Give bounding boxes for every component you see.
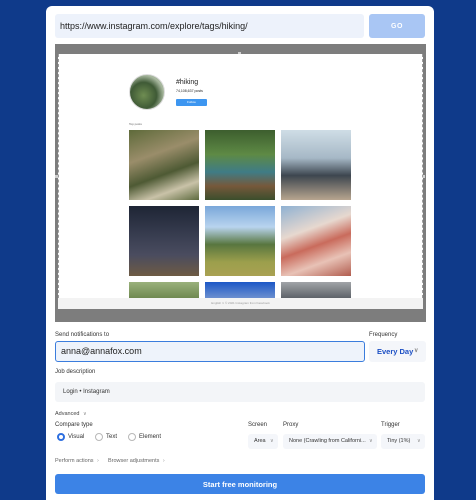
screen-select[interactable]: Area ∨ [248,434,278,449]
post-image [129,130,199,200]
trigger-select[interactable]: Tiny (1%) ∨ [381,434,425,449]
advanced-toggle[interactable]: Advanced ∨ [55,411,87,417]
post-image [281,130,351,200]
preview-footer: English ∨ © 2021 Instagram from Facebook [58,298,423,309]
compare-type-label: Compare type [55,422,93,428]
notifications-label: Send notifications to [55,332,110,338]
frequency-label: Frequency [369,332,398,338]
frequency-select[interactable]: Every Day ∨ [369,341,426,362]
proxy-select[interactable]: None (Crawling from Californi... ∨ [283,434,377,449]
post-image [129,282,199,298]
post-image [205,130,275,200]
proxy-value: None (Crawling from Californi... [289,438,366,444]
url-bar: GO [55,14,425,38]
page-preview[interactable]: #hiking 74,108,637 posts Follow Top post… [55,44,426,322]
chevron-down-icon: ∨ [417,438,421,444]
job-description-label: Job description [55,369,96,375]
trigger-value: Tiny (1%) [387,438,411,444]
perform-actions-label: Perform actions [55,458,94,464]
chevron-down-icon: ∨ [369,438,373,444]
posts-count: 74,108,637 posts [176,89,203,93]
radio-text[interactable] [95,433,103,441]
browser-adjustments-link[interactable]: Browser adjustments › [108,458,165,464]
advanced-label: Advanced [55,411,80,417]
radio-text-label: Text [106,434,118,440]
radio-element-label: Element [139,434,162,440]
monitor-form-card: GO #hiking 74,108,637 posts Follow Top p… [46,6,434,500]
hashtag-title: #hiking [176,79,199,86]
post-image [281,206,351,276]
email-field[interactable]: anna@annafox.com [55,341,365,362]
post-image [205,206,275,276]
go-button[interactable]: GO [369,14,425,38]
browser-adjustments-label: Browser adjustments [108,458,160,464]
frequency-value: Every Day [377,347,414,356]
trigger-label: Trigger [381,422,400,428]
follow-button[interactable]: Follow [176,99,207,106]
radio-element[interactable] [128,433,136,441]
chevron-down-icon: ∨ [270,438,274,444]
radio-visual-label: Visual [68,434,85,440]
preview-frame: #hiking 74,108,637 posts Follow Top post… [58,54,423,298]
chevron-down-icon: ∨ [83,411,87,417]
perform-actions-link[interactable]: Perform actions › [55,458,99,464]
job-description-input[interactable]: Login • Instagram [55,382,425,402]
proxy-label: Proxy [283,422,299,428]
screen-value: Area [254,438,266,444]
url-input[interactable] [55,14,364,38]
hashtag-avatar [129,74,165,110]
post-image [281,282,351,298]
chevron-down-icon: ∨ [414,348,419,354]
screen-label: Screen [248,422,268,428]
chevron-right-icon: › [97,458,99,464]
post-image [205,282,275,298]
chevron-right-icon: › [162,458,165,464]
start-monitoring-button[interactable]: Start free monitoring [55,474,425,494]
radio-visual[interactable] [57,433,65,441]
post-image [129,206,199,276]
top-posts-label: Top posts [129,122,142,126]
